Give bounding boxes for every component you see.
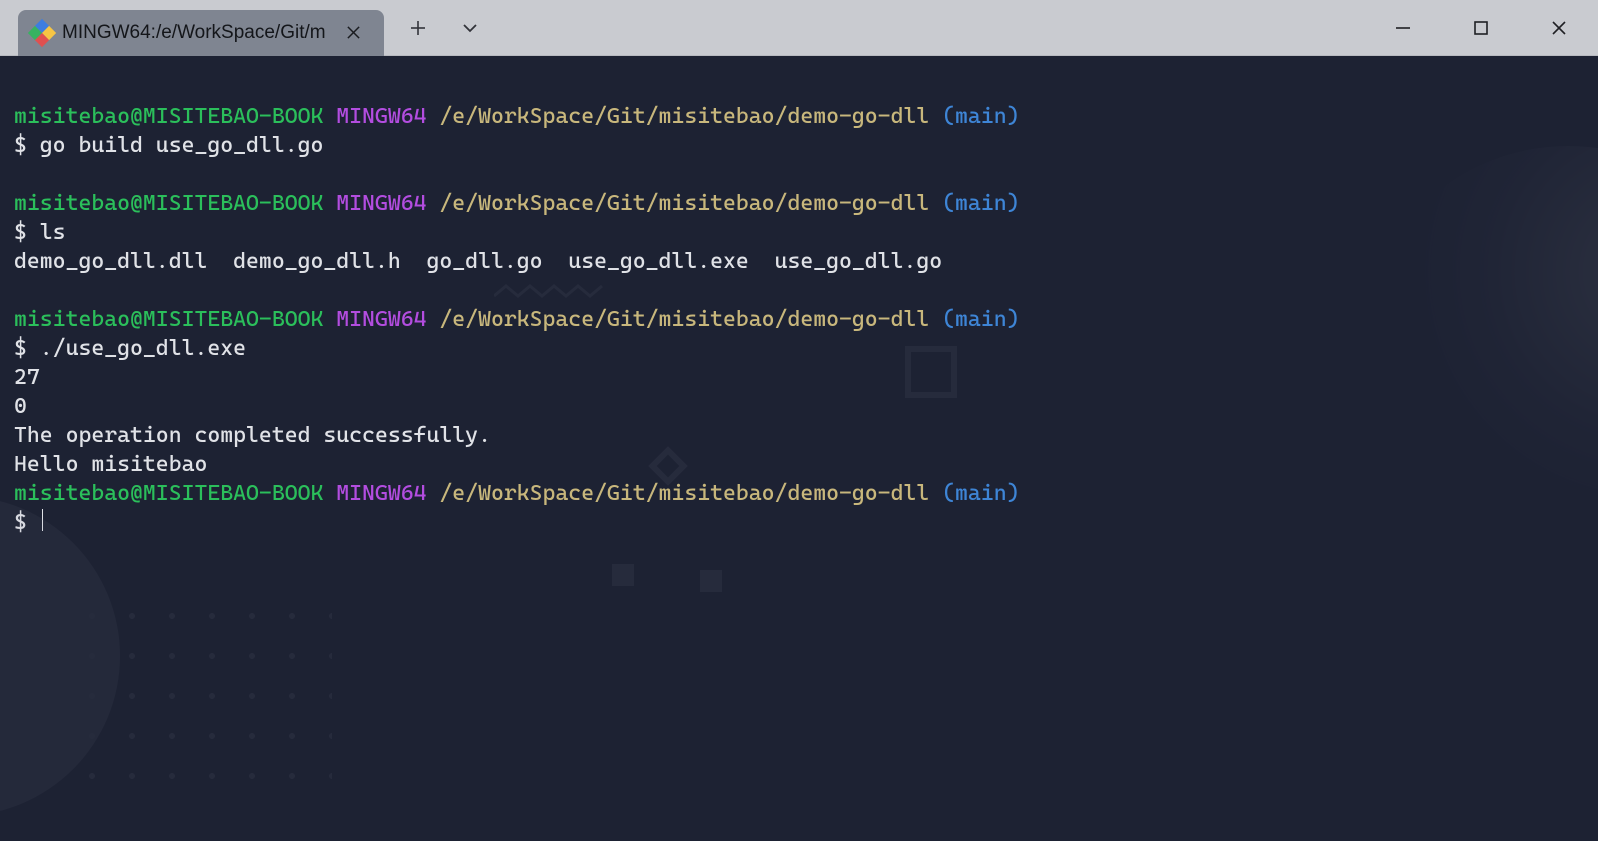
new-tab-button[interactable]: [392, 0, 444, 55]
terminal-pane[interactable]: misitebao@MISITEBAO-BOOK MINGW64 /e/Work…: [0, 56, 1598, 841]
tab-active[interactable]: MINGW64:/e/WorkSpace/Git/m: [18, 10, 384, 56]
app-icon: [28, 18, 56, 46]
tab-dropdown-button[interactable]: [444, 0, 496, 55]
minimize-icon: [1394, 19, 1412, 37]
terminal-output: misitebao@MISITEBAO-BOOK MINGW64 /e/Work…: [0, 56, 1598, 537]
maximize-icon: [1472, 19, 1490, 37]
tab-title: MINGW64:/e/WorkSpace/Git/m: [62, 22, 326, 44]
close-icon: [346, 25, 361, 40]
minimize-button[interactable]: [1364, 0, 1442, 55]
maximize-button[interactable]: [1442, 0, 1520, 55]
plus-icon: [409, 19, 427, 37]
tabs-area: MINGW64:/e/WorkSpace/Git/m: [0, 0, 384, 55]
close-window-button[interactable]: [1520, 0, 1598, 55]
terminal-window: MINGW64:/e/WorkSpace/Git/m: [0, 0, 1598, 841]
tab-actions: [384, 0, 496, 55]
title-bar: MINGW64:/e/WorkSpace/Git/m: [0, 0, 1598, 56]
close-tab-button[interactable]: [340, 19, 368, 47]
chevron-down-icon: [461, 19, 479, 37]
close-icon: [1550, 19, 1568, 37]
window-controls: [1364, 0, 1598, 55]
